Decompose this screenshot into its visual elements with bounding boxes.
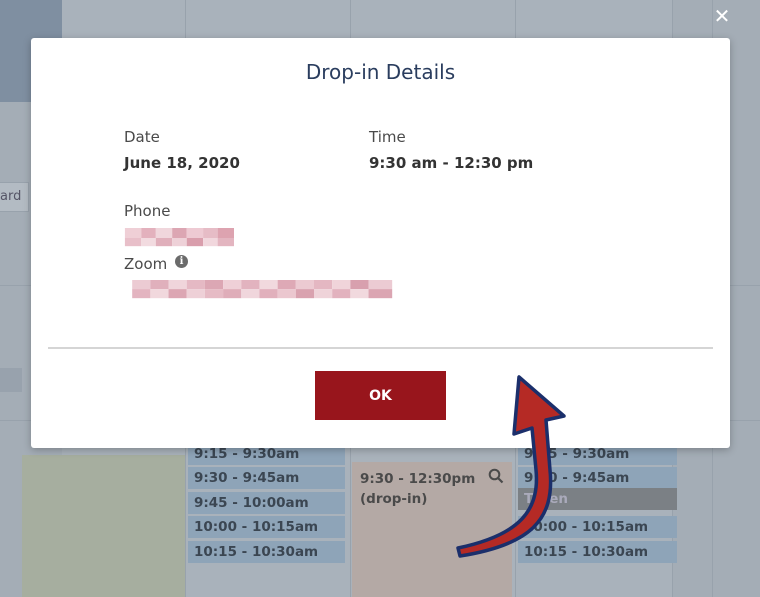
available-day-block — [22, 455, 185, 597]
dropin-event-time: 9:30 - 12:30pm — [360, 471, 476, 487]
dialog-divider — [48, 347, 713, 349]
time-value: 9:30 am - 12:30 pm — [369, 154, 534, 172]
search-icon[interactable] — [488, 468, 504, 484]
today-marker — [0, 368, 22, 392]
dialog-title: Drop-in Details — [305, 60, 456, 84]
phone-value-redacted — [124, 228, 234, 247]
date-label: Date — [124, 128, 160, 146]
time-slot[interactable]: 10:00 - 10:15am — [518, 516, 677, 538]
dropin-event-type: (drop-in) — [360, 491, 428, 507]
time-slot[interactable]: 9:45 - 10:00am — [188, 492, 345, 514]
ok-button[interactable]: OK — [315, 371, 446, 420]
time-label: Time — [369, 128, 406, 146]
close-icon[interactable]: ✕ — [712, 6, 732, 26]
time-slot[interactable]: 10:00 - 10:15am — [188, 516, 345, 538]
zoom-link-redacted — [132, 280, 393, 299]
time-slot[interactable]: 10:15 - 10:30am — [188, 541, 345, 563]
view-tab[interactable]: ard — [0, 182, 29, 212]
time-slot-taken: Taken — [518, 488, 677, 510]
time-slot[interactable]: 9:30 - 9:45am — [188, 467, 345, 489]
phone-label: Phone — [124, 202, 171, 220]
dropin-event[interactable]: 9:30 - 12:30pm (drop-in) — [352, 462, 512, 597]
dropin-details-dialog: Drop-in Details Date June 18, 2020 Time … — [31, 38, 730, 448]
date-value: June 18, 2020 — [124, 154, 240, 172]
info-icon[interactable]: i — [175, 255, 188, 268]
time-slot[interactable]: 9:30 - 9:45am — [518, 467, 677, 489]
zoom-label: Zoom — [124, 255, 168, 273]
view-tab-label: ard — [0, 189, 22, 204]
time-slot[interactable]: 10:15 - 10:30am — [518, 541, 677, 563]
